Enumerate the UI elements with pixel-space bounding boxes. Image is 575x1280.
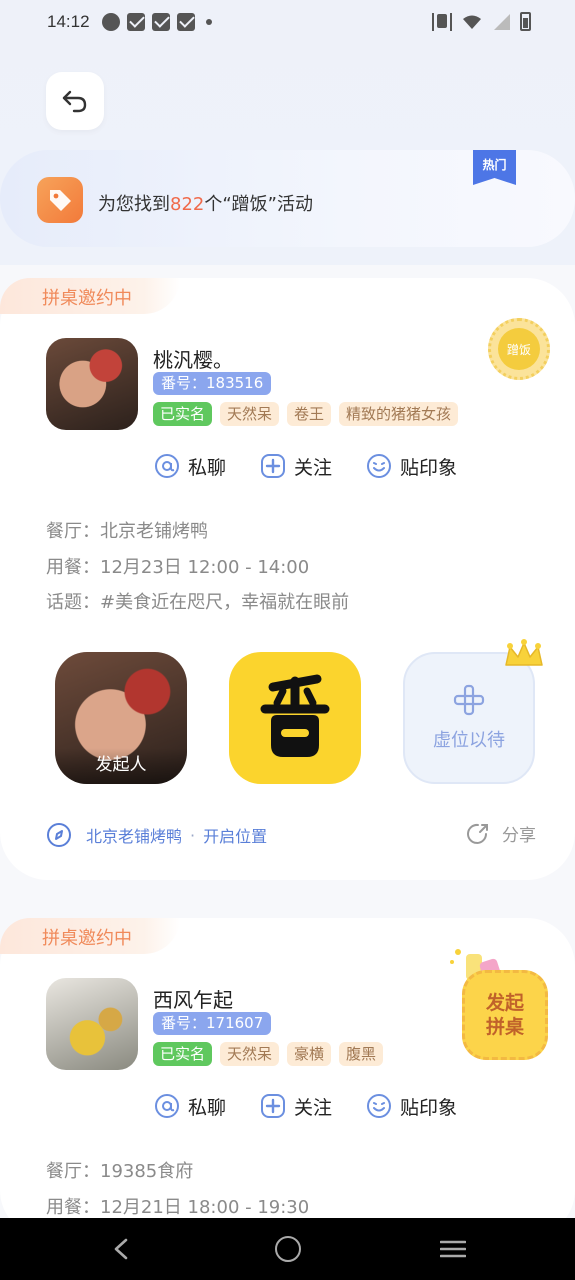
user-tags: 已实名 天然呆 卷王 精致的猪猪女孩 [153, 402, 459, 426]
initiator-label: 发起人 [55, 748, 187, 784]
plus-circle-icon [260, 453, 286, 479]
user-tags: 已实名 天然呆 豪横 腹黑 [153, 1042, 384, 1066]
crown-icon [505, 639, 543, 666]
banner-text: 为您找到822个“蹭饭”活动 [98, 194, 314, 215]
follow-button[interactable]: 关注 [260, 1091, 332, 1121]
create-table-button[interactable]: 发起 拼桌 [462, 970, 548, 1060]
system-nav-bar [0, 1218, 575, 1280]
personality-tag: 天然呆 [220, 402, 280, 426]
status-time: 14:12 [47, 12, 90, 31]
action-label: 私聊 [188, 1096, 227, 1119]
private-chat-button[interactable]: 私聊 [154, 451, 226, 481]
follow-button[interactable]: 关注 [260, 451, 332, 481]
app-logo-icon [260, 674, 330, 757]
avatar[interactable] [46, 978, 138, 1070]
mail-icon [177, 13, 195, 31]
app-notification-icon [102, 13, 120, 31]
back-arrow-icon [62, 90, 87, 113]
free-meal-stamp: 蹭饭 [488, 318, 550, 380]
vacant-label: 虚位以待 [433, 730, 505, 751]
personality-tag: 豪横 [287, 1042, 332, 1066]
back-button[interactable] [46, 72, 104, 130]
personality-tag: 天然呆 [220, 1042, 280, 1066]
activity-count: 822 [170, 194, 205, 215]
smile-icon [366, 1093, 392, 1119]
hot-ribbon: 热门 [473, 150, 516, 185]
card-status-tag: 拼桌邀约中 [0, 278, 180, 314]
meal-time-info: 用餐：12月21日 18:00 - 19:30 [46, 1197, 310, 1218]
signal-icon [494, 13, 510, 30]
action-label: 贴印象 [400, 1096, 458, 1119]
notification-icons [102, 13, 212, 31]
topic-info: 话题：#美食近在咫尺，幸福就在眼前 [46, 592, 350, 613]
share-icon [467, 823, 488, 844]
location-name: 北京老铺烤鸭 [86, 827, 183, 846]
initiator-seat[interactable]: 发起人 [55, 652, 187, 784]
status-bar: 14:12 [0, 0, 575, 46]
at-icon [154, 1093, 180, 1119]
user-id-badge: 番号：183516 [153, 372, 272, 395]
system-icons [432, 12, 531, 31]
wifi-icon [463, 15, 481, 29]
action-label: 私聊 [188, 456, 227, 479]
activity-card[interactable]: 拼桌邀约中 桃汎樱。 番号：183516 已实名 天然呆 卷王 精致的猪猪女孩 … [0, 278, 575, 880]
app-logo-seat [229, 652, 361, 784]
user-name: 西风乍起 [153, 988, 233, 1012]
battery-icon [520, 12, 531, 31]
action-row: 私聊 关注 贴印象 [154, 451, 491, 481]
location-separator: · [190, 825, 196, 845]
verified-badge: 已实名 [153, 402, 213, 426]
price-tag-icon [37, 177, 83, 223]
create-table-line1: 发起 [485, 992, 524, 1014]
personality-tag: 精致的猪猪女孩 [339, 402, 459, 426]
vibrate-icon [432, 12, 452, 31]
share-button[interactable]: 分享 [466, 821, 536, 846]
mail-icon [127, 13, 145, 31]
plus-circle-icon [260, 1093, 286, 1119]
action-label: 关注 [294, 456, 333, 479]
personality-tag: 腹黑 [339, 1042, 384, 1066]
at-icon [154, 453, 180, 479]
restaurant-info: 餐厅：19385食府 [46, 1161, 194, 1182]
more-dot-icon [206, 19, 212, 25]
meal-time-info: 用餐：12月23日 12:00 - 14:00 [46, 557, 310, 578]
user-name: 桃汎樱。 [153, 348, 233, 372]
nav-back-icon[interactable] [112, 1238, 132, 1260]
avatar[interactable] [46, 338, 138, 430]
private-chat-button[interactable]: 私聊 [154, 1091, 226, 1121]
restaurant-info: 餐厅：北京老铺烤鸭 [46, 521, 208, 542]
create-table-line2: 拼桌 [485, 1016, 524, 1038]
stamp-label: 蹭饭 [498, 328, 540, 370]
plus-icon [453, 684, 485, 716]
share-label: 分享 [502, 826, 536, 846]
card-status-tag: 拼桌邀约中 [0, 918, 180, 954]
location-icon [47, 823, 71, 847]
verified-badge: 已实名 [153, 1042, 213, 1066]
location-row[interactable]: 北京老铺烤鸭 · 开启位置 [46, 822, 267, 848]
nav-home-icon[interactable] [275, 1236, 301, 1262]
enable-location-link[interactable]: 开启位置 [203, 823, 267, 847]
nav-menu-icon[interactable] [440, 1240, 466, 1258]
user-id-badge: 番号：171607 [153, 1012, 272, 1035]
impression-button[interactable]: 贴印象 [366, 451, 457, 481]
mail-icon [152, 13, 170, 31]
action-row: 私聊 关注 贴印象 [154, 1091, 491, 1121]
action-label: 关注 [294, 1096, 333, 1119]
smile-icon [366, 453, 392, 479]
action-label: 贴印象 [400, 456, 458, 479]
activity-banner: 为您找到822个“蹭饭”活动 热门 [0, 150, 575, 247]
impression-button[interactable]: 贴印象 [366, 1091, 457, 1121]
personality-tag: 卷王 [287, 402, 332, 426]
